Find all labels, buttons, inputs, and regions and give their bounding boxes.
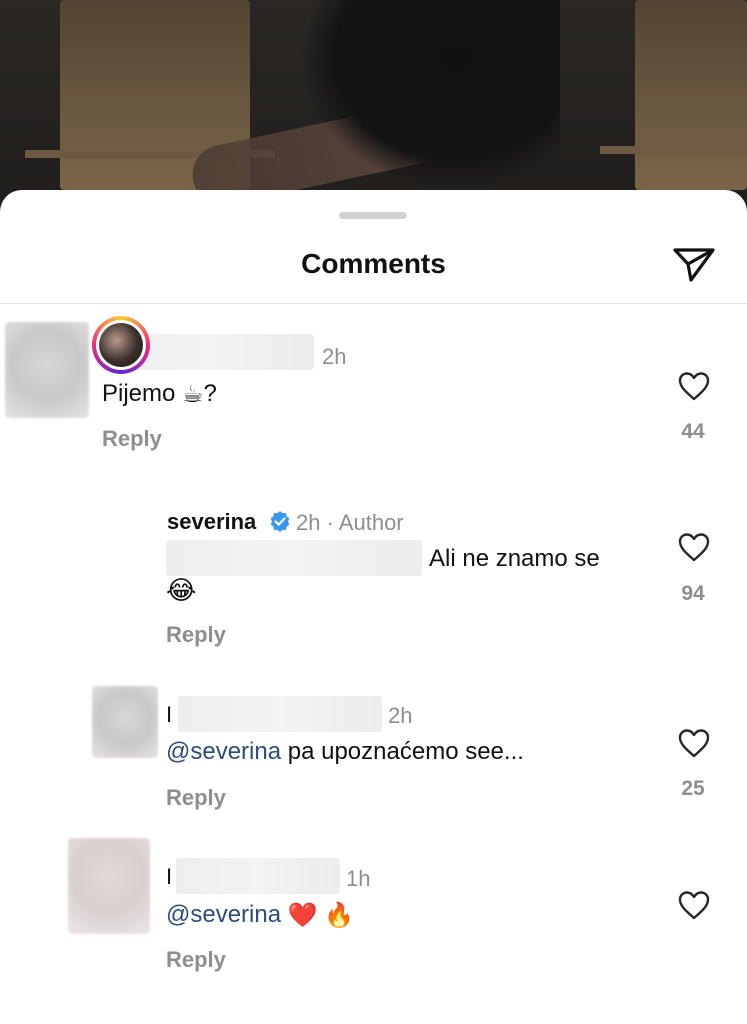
mention-link[interactable]: @severina [166,901,281,928]
reply-button[interactable]: Reply [166,622,226,648]
comment-text: @severina ❤️ 🔥 [166,901,354,930]
heart-icon[interactable] [677,370,711,402]
heart-icon[interactable] [677,531,711,563]
sheet-title: Comments [301,248,446,279]
reply-button[interactable]: Reply [166,947,226,973]
avatar[interactable] [92,316,150,374]
avatar[interactable] [5,322,89,418]
verified-badge-icon [270,511,290,532]
redacted-text [166,540,422,576]
comment-text: Pijemo ☕? [102,380,217,409]
comment-text-body: Pijemo [102,380,176,407]
comment-time: 2h [322,344,347,369]
comment-text: Ali ne znamo se [429,545,600,572]
avatar-photo [99,323,143,367]
username-redacted[interactable] [178,696,382,732]
avatar[interactable] [68,838,150,934]
avatar[interactable] [92,686,158,758]
heart-icon[interactable] [677,727,711,759]
username-initial[interactable]: I [166,702,172,728]
username-initial[interactable]: I [166,864,172,890]
like-count: 94 [681,582,705,605]
username[interactable]: severina [167,509,256,535]
comment-time: 2h · Author [296,510,404,535]
reply-button[interactable]: Reply [102,426,162,452]
comment-text: @severina pa upoznaćemo see... [166,738,524,766]
figure-body [300,0,560,190]
comment-text-suffix: ? [203,380,217,407]
send-icon[interactable] [671,244,717,284]
comment-time: 2h [388,703,413,728]
like-count: 44 [681,420,705,443]
laughing-emoji: 😂 [166,575,197,605]
header-divider [0,303,747,304]
fire-emoji: 🔥 [324,902,355,930]
username-redacted[interactable] [176,858,340,894]
bar-right [600,146,747,154]
mention-link[interactable]: @severina [166,738,281,765]
heart-icon[interactable] [677,889,711,921]
drag-handle[interactable] [339,212,407,219]
reply-button[interactable]: Reply [166,785,226,811]
heart-emoji: ❤️ [287,902,318,930]
comment-text-body: pa upoznaćemo see... [287,738,524,765]
coffee-emoji: ☕ [182,381,204,409]
like-count: 25 [681,777,705,800]
comment-time: 1h [346,866,371,891]
chair-right [635,0,747,190]
